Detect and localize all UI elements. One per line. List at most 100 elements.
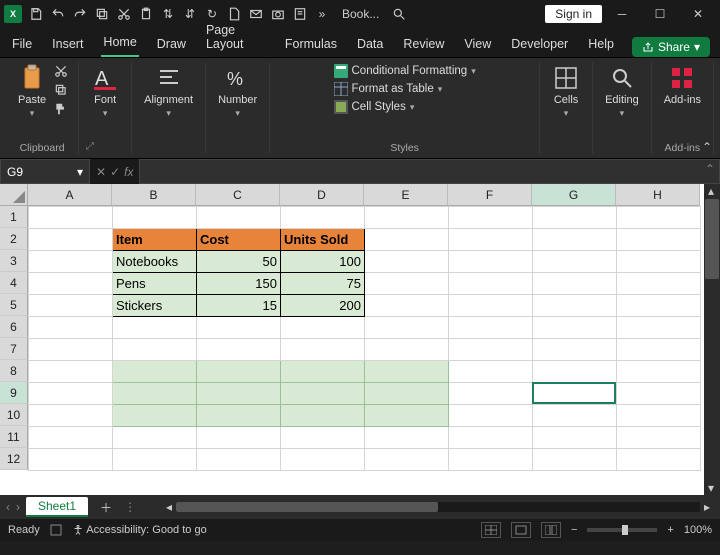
cell[interactable] [365,405,449,427]
col-header[interactable]: E [364,184,448,206]
vertical-scrollbar[interactable]: ▴ ▾ [704,184,720,495]
row-header[interactable]: 1 [0,206,28,228]
font-button[interactable]: A Font ▾ [87,62,123,121]
fx-icon[interactable]: fx [124,165,133,179]
col-header[interactable]: D [280,184,364,206]
menu-review[interactable]: Review [401,33,446,57]
next-sheet-button[interactable]: › [16,500,20,514]
cut-icon[interactable] [54,64,70,80]
menu-file[interactable]: File [10,33,34,57]
cell[interactable]: Item [113,229,197,251]
scroll-up-icon[interactable]: ▴ [704,184,718,198]
cell[interactable]: Units Sold [281,229,365,251]
cells-button[interactable]: Cells ▾ [548,62,584,121]
cell[interactable]: 200 [281,295,365,317]
save-icon[interactable] [28,6,44,22]
sign-in-button[interactable]: Sign in [545,5,602,23]
scroll-left-icon[interactable]: ◂ [162,500,176,514]
camera-icon[interactable] [270,6,286,22]
cell[interactable]: Notebooks [113,251,197,273]
menu-home[interactable]: Home [101,31,138,57]
row-header[interactable]: 10 [0,404,28,426]
menu-view[interactable]: View [462,33,493,57]
copy-icon[interactable] [94,6,110,22]
copy-icon[interactable] [54,83,70,99]
number-button[interactable]: % Number ▾ [214,62,261,121]
minimize-button[interactable]: ─ [604,2,640,26]
dialog-launcher-clipboard[interactable]: ⤢ [86,141,94,152]
scrollbar-thumb[interactable] [176,502,438,512]
cell[interactable] [365,361,449,383]
cell[interactable]: 150 [197,273,281,295]
search-icon[interactable] [391,6,407,22]
cell[interactable]: Stickers [113,295,197,317]
tab-options-icon[interactable]: ⋮ [124,500,136,514]
paste-icon[interactable] [138,6,154,22]
horizontal-scrollbar[interactable]: ◂ ▸ [162,500,714,514]
overflow-icon[interactable]: » [314,6,330,22]
conditional-formatting-button[interactable]: Conditional Formatting ▾ [334,64,476,78]
chevron-down-icon[interactable]: ▾ [77,165,83,179]
sort-asc-icon[interactable]: ⇅ [160,6,176,22]
scroll-down-icon[interactable]: ▾ [704,481,718,495]
zoom-level[interactable]: 100% [684,524,712,536]
cell-styles-button[interactable]: Cell Styles ▾ [334,100,476,114]
row-header[interactable]: 2 [0,228,28,250]
cell[interactable] [281,405,365,427]
col-header[interactable]: F [448,184,532,206]
col-header[interactable]: G [532,184,616,206]
menu-page-layout[interactable]: Page Layout [204,19,267,57]
cell[interactable] [197,361,281,383]
cancel-formula-icon[interactable]: ✕ [96,165,106,179]
add-sheet-button[interactable]: ＋ [94,499,118,516]
format-as-table-button[interactable]: Format as Table ▾ [334,82,476,96]
maximize-button[interactable]: ☐ [642,2,678,26]
row-header[interactable]: 7 [0,338,28,360]
undo-icon[interactable] [50,6,66,22]
accessibility-status[interactable]: Accessibility: Good to go [72,524,207,536]
cell[interactable]: Cost [197,229,281,251]
cell[interactable] [113,383,197,405]
cut-icon[interactable] [116,6,132,22]
scroll-right-icon[interactable]: ▸ [700,500,714,514]
row-header[interactable]: 12 [0,448,28,470]
expand-formula-bar-icon[interactable]: ⌃ [705,162,715,176]
col-header[interactable]: C [196,184,280,206]
menu-data[interactable]: Data [355,33,385,57]
sort-desc-icon[interactable]: ⇵ [182,6,198,22]
prev-sheet-button[interactable]: ‹ [6,500,10,514]
form-icon[interactable] [292,6,308,22]
page-break-view-button[interactable] [541,522,561,538]
cell[interactable] [197,383,281,405]
alignment-button[interactable]: Alignment ▾ [140,62,197,121]
redo-icon[interactable] [72,6,88,22]
cell[interactable]: 50 [197,251,281,273]
zoom-in-button[interactable]: + [667,524,673,536]
share-button[interactable]: Share ▾ [632,37,710,57]
formula-bar[interactable]: ⌃ [139,159,720,184]
normal-view-button[interactable] [481,522,501,538]
menu-insert[interactable]: Insert [50,33,85,57]
row-header[interactable]: 8 [0,360,28,382]
name-box[interactable]: G9 ▾ [0,159,90,184]
col-header[interactable]: H [616,184,700,206]
row-header[interactable]: 11 [0,426,28,448]
collapse-ribbon-button[interactable]: ⌃ [702,140,712,154]
paste-button[interactable]: Paste ▾ [14,62,50,121]
row-header[interactable]: 6 [0,316,28,338]
cell[interactable] [281,361,365,383]
cell-grid[interactable]: ItemCostUnits Sold Notebooks50100 Pens15… [28,206,701,471]
scrollbar-thumb[interactable] [705,199,719,279]
menu-help[interactable]: Help [586,33,616,57]
menu-developer[interactable]: Developer [509,33,570,57]
cell[interactable] [281,383,365,405]
zoom-out-button[interactable]: − [571,524,577,536]
row-header[interactable]: 4 [0,272,28,294]
zoom-slider[interactable] [587,528,657,532]
format-painter-icon[interactable] [54,102,70,118]
cell[interactable]: 100 [281,251,365,273]
enter-formula-icon[interactable]: ✓ [110,165,120,179]
row-header[interactable]: 3 [0,250,28,272]
macro-record-icon[interactable] [50,524,62,536]
row-header[interactable]: 9 [0,382,28,404]
